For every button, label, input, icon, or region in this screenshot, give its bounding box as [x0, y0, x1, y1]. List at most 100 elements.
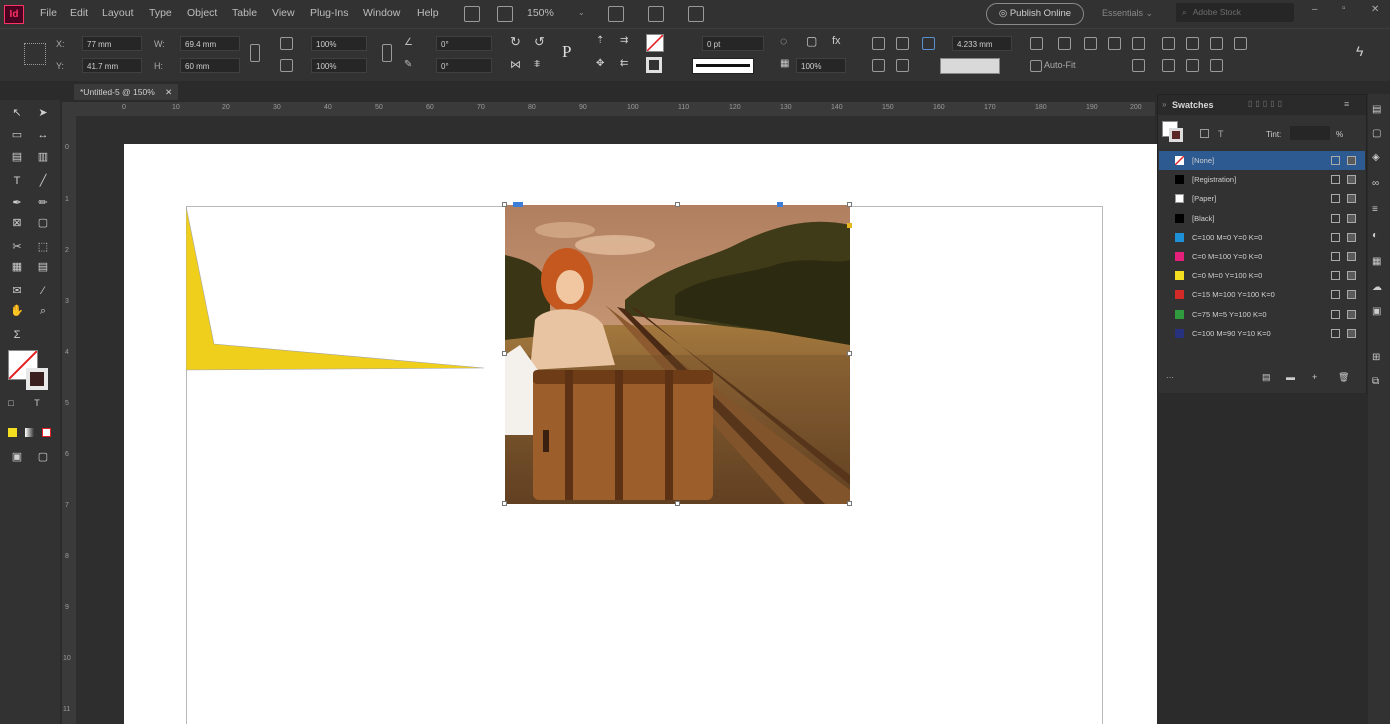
swatches-title[interactable]: Swatches [1172, 100, 1214, 110]
constrain-scale-icon[interactable] [382, 44, 392, 62]
stroke-panel-icon[interactable]: ≡ [1372, 204, 1378, 215]
rotate-ccw-icon[interactable]: ↺ [534, 34, 545, 50]
line-tool-icon[interactable]: ╱ [36, 174, 50, 188]
tab-document[interactable]: *Untitled-5 @ 150% ✕ [74, 84, 179, 100]
align-middle-icon[interactable] [1186, 59, 1199, 72]
corner-shape-icon[interactable] [896, 59, 909, 72]
swatch-row[interactable]: [Registration] [1159, 170, 1365, 189]
fill-frame-icon[interactable] [1084, 37, 1097, 50]
close-icon[interactable]: ✕ [1371, 4, 1379, 15]
effects-icon[interactable]: ◌ [780, 34, 787, 48]
swatch-row[interactable]: C=100 M=0 Y=0 K=0 [1159, 228, 1365, 247]
flip-vertical-icon[interactable]: ⩨ [534, 58, 540, 71]
scale-x-field[interactable]: 100% [311, 36, 367, 51]
formatting-container-icon[interactable] [1200, 129, 1209, 138]
swatch-row[interactable]: C=0 M=100 Y=0 K=0 [1159, 247, 1365, 266]
new-swatch-icon[interactable]: + [1312, 372, 1317, 382]
swatch-row[interactable]: C=100 M=90 Y=10 K=0 [1159, 324, 1365, 343]
swatch-views-icon[interactable]: ▤ [1262, 372, 1271, 383]
corner-options-icon[interactable] [872, 59, 885, 72]
selection-tool-icon[interactable]: ↖ [10, 106, 24, 120]
properties-icon[interactable]: ▤ [1372, 104, 1381, 115]
swatch-row[interactable]: C=0 M=0 Y=100 K=0 [1159, 266, 1365, 285]
align-panel-icon[interactable]: ⊞ [1372, 352, 1380, 363]
w-field[interactable]: 69.4 mm [180, 36, 240, 51]
y-field[interactable]: 41.7 mm [82, 58, 142, 73]
scissors-tool-icon[interactable]: ✂ [10, 240, 24, 254]
fill-none-icon[interactable] [646, 34, 664, 52]
note-tool-icon[interactable]: ✉ [10, 284, 24, 298]
constrain-proportions-icon[interactable] [250, 44, 260, 62]
fit-content-frame-icon[interactable] [1030, 37, 1043, 50]
content-collector-icon[interactable]: ▤ [10, 150, 24, 164]
arrange-documents-icon[interactable] [688, 6, 704, 22]
swatch-row[interactable]: [Black] [1159, 209, 1365, 228]
text-wrap-none-icon[interactable] [872, 37, 885, 50]
formatting-text-icon[interactable]: T [30, 396, 44, 410]
opacity-field[interactable]: 100% [796, 58, 846, 73]
horizontal-ruler[interactable]: 0 10 20 30 40 50 60 70 80 90 100 110 120… [62, 102, 1155, 117]
select-container-icon[interactable]: ⇡ [596, 35, 604, 46]
vertical-ruler[interactable]: 0 1 2 3 4 5 6 7 8 9 10 11 [62, 116, 77, 724]
swatch-row[interactable]: C=15 M=100 Y=100 K=0 [1159, 285, 1365, 304]
align-top-icon[interactable] [1162, 59, 1175, 72]
menu-type[interactable]: Type [149, 7, 172, 19]
live-corner-handle[interactable] [847, 223, 852, 228]
menu-object[interactable]: Object [187, 7, 217, 19]
pen-tool-icon[interactable]: ✒ [10, 196, 24, 210]
apply-none-icon[interactable] [42, 428, 51, 437]
panel-tabs-icon[interactable]: ▯▯▯▯▯ [1248, 99, 1285, 108]
normal-view-icon[interactable]: ▣ [10, 450, 24, 464]
select-previous-icon[interactable]: ⇉ [620, 35, 628, 46]
new-color-group-icon[interactable]: ▬ [1286, 372, 1295, 382]
swatch-row[interactable]: C=75 M=5 Y=100 K=0 [1159, 305, 1365, 324]
select-content-icon[interactable]: P [562, 42, 571, 62]
sigma-tool-icon[interactable]: Σ [10, 328, 24, 342]
menu-table[interactable]: Table [232, 7, 257, 19]
page-tool-icon[interactable]: ▭ [10, 128, 24, 142]
frame-edge-marker[interactable] [513, 202, 523, 207]
photo-frame[interactable] [505, 205, 850, 504]
select-content-down-icon[interactable]: ✥ [596, 58, 604, 69]
rectangle-frame-tool-icon[interactable]: ⊠ [10, 216, 24, 230]
workspace-switcher[interactable]: Essentials ⌄ [1102, 8, 1153, 19]
pencil-tool-icon[interactable]: ✏ [36, 196, 50, 210]
frame-fitting-icon[interactable] [922, 37, 935, 50]
stock-search-input[interactable]: ⌕ Adobe Stock [1176, 3, 1294, 22]
tint-field[interactable] [1290, 126, 1330, 140]
offset-field[interactable]: 4.233 mm [952, 36, 1012, 51]
drop-shadow-icon[interactable]: ▢ [806, 34, 817, 48]
fit-frame-content-icon[interactable] [1058, 37, 1071, 50]
delete-swatch-icon[interactable]: 🗑 [1338, 372, 1349, 383]
preview-mode-icon[interactable]: ▢ [36, 450, 50, 464]
links-icon[interactable]: ∞ [1372, 178, 1379, 189]
menu-edit[interactable]: Edit [70, 7, 88, 19]
fill-stroke-proxy-icon[interactable] [1162, 121, 1184, 143]
auto-fit-checkbox[interactable] [1030, 60, 1042, 72]
swatch-row[interactable]: [Paper] [1159, 189, 1365, 208]
minimize-icon[interactable]: – [1312, 4, 1318, 15]
close-tab-icon[interactable]: ✕ [165, 87, 172, 97]
selection-handle[interactable] [847, 202, 852, 207]
color-panel-icon[interactable]: ◐ [1372, 230, 1378, 241]
frame-edge-marker[interactable] [777, 202, 783, 207]
fit-proportionally-icon[interactable] [1108, 37, 1121, 50]
align-right-icon[interactable] [1210, 37, 1223, 50]
hand-tool-icon[interactable]: ✋ [10, 304, 24, 318]
pages-icon[interactable]: ▢ [1372, 128, 1381, 139]
type-tool-icon[interactable]: T [10, 174, 24, 188]
pathfinder-icon[interactable]: ⧉ [1372, 376, 1379, 387]
rectangle-tool-icon[interactable]: ▢ [36, 216, 50, 230]
align-left-icon[interactable] [1162, 37, 1175, 50]
stroke-weight-field[interactable]: 0 pt [702, 36, 764, 51]
content-placer-icon[interactable]: ▥ [36, 150, 50, 164]
rotate-cw-icon[interactable]: ↻ [510, 34, 521, 50]
cc-libraries-icon[interactable]: ☁ [1372, 282, 1382, 293]
view-options-icon[interactable] [608, 6, 624, 22]
align-center-icon[interactable] [1186, 37, 1199, 50]
gradient-feather-tool-icon[interactable]: ▤ [36, 260, 50, 274]
align-bottom-icon[interactable] [1210, 59, 1223, 72]
text-wrap-box-icon[interactable] [896, 37, 909, 50]
text-wrap-icon[interactable]: ▣ [1372, 306, 1381, 317]
selection-handle[interactable] [675, 202, 680, 207]
